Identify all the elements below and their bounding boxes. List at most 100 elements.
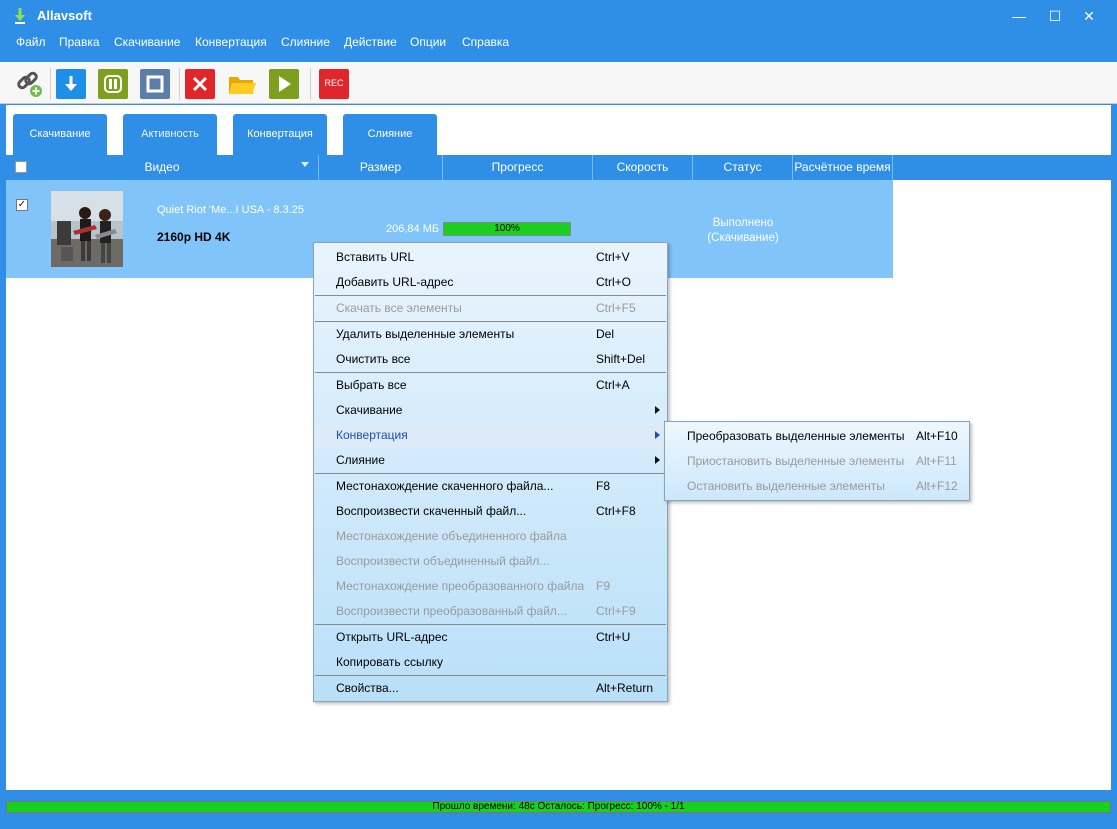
stop-icon[interactable] bbox=[140, 69, 170, 99]
ctx-shortcut: Ctrl+F8 bbox=[596, 504, 636, 518]
status-bar: Прошло времени: 48с Осталось: Прогресс: … bbox=[0, 792, 1117, 829]
sub-pause-selected[interactable]: Приостановить выделенные элементы Alt+F1… bbox=[666, 449, 968, 474]
convert-submenu: Преобразовать выделенные элементы Alt+F1… bbox=[664, 421, 970, 501]
ctx-shortcut: F9 bbox=[596, 579, 611, 593]
tab-download[interactable]: Скачивание bbox=[13, 114, 107, 155]
ctx-shortcut: Ctrl+A bbox=[596, 378, 630, 392]
ctx-label: Открыть URL-адрес bbox=[336, 630, 448, 644]
ctx-open-url[interactable]: Открыть URL-адрес Ctrl+U bbox=[315, 625, 666, 650]
ctx-merge-submenu[interactable]: Слияние bbox=[315, 448, 666, 473]
submenu-arrow-icon bbox=[655, 431, 660, 439]
column-speed[interactable]: Скорость bbox=[593, 155, 693, 180]
menu-file[interactable]: Файл bbox=[16, 35, 46, 49]
ctx-download-all[interactable]: Скачать все элементы Ctrl+F5 bbox=[315, 296, 666, 321]
ctx-shortcut: Ctrl+F5 bbox=[596, 301, 636, 315]
column-video[interactable]: Видео bbox=[6, 155, 319, 180]
add-url-icon[interactable] bbox=[14, 69, 44, 99]
close-button[interactable]: ✕ bbox=[1073, 0, 1105, 32]
ctx-label: Местонахождение скаченного файла... bbox=[336, 479, 554, 493]
download-icon[interactable] bbox=[56, 69, 86, 99]
ctx-merged-location[interactable]: Местонахождение объединенного файла bbox=[315, 524, 666, 549]
context-menu: Вставить URL Ctrl+V Добавить URL-адрес C… bbox=[313, 242, 668, 702]
overall-progress-bar: Прошло времени: 48с Осталось: Прогресс: … bbox=[6, 801, 1111, 813]
ctx-properties[interactable]: Свойства... Alt+Return bbox=[315, 676, 666, 701]
title-bar: Allavsoft — ☐ ✕ bbox=[0, 0, 1117, 32]
record-label: REC bbox=[324, 78, 344, 88]
video-quality: 2160p HD 4K bbox=[157, 230, 231, 244]
menu-action[interactable]: Действие bbox=[344, 35, 397, 49]
tab-convert[interactable]: Конвертация bbox=[233, 114, 327, 155]
ctx-shortcut: Shift+Del bbox=[596, 352, 646, 366]
ctx-label: Слияние bbox=[336, 453, 385, 467]
ctx-label: Свойства... bbox=[336, 681, 399, 695]
window-title: Allavsoft bbox=[37, 8, 92, 23]
sub-convert-selected[interactable]: Преобразовать выделенные элементы Alt+F1… bbox=[666, 424, 968, 449]
tab-activity[interactable]: Активность bbox=[123, 114, 217, 155]
sort-arrow-icon bbox=[301, 162, 309, 167]
pause-icon[interactable] bbox=[98, 69, 128, 99]
ctx-paste-url[interactable]: Вставить URL Ctrl+V bbox=[315, 245, 666, 270]
ctx-convert-submenu[interactable]: Конвертация bbox=[315, 423, 666, 448]
ctx-delete-selected[interactable]: Удалить выделенные элементы Del bbox=[315, 322, 666, 347]
video-size: 206,84 МБ bbox=[386, 223, 440, 235]
play-icon[interactable] bbox=[269, 69, 299, 99]
ctx-add-url[interactable]: Добавить URL-адрес Ctrl+O bbox=[315, 270, 666, 295]
minimize-button[interactable]: — bbox=[1003, 0, 1035, 32]
video-thumbnail bbox=[51, 191, 123, 267]
sub-label: Преобразовать выделенные элементы bbox=[687, 429, 905, 443]
ctx-label: Воспроизвести преобразованный файл... bbox=[336, 604, 567, 618]
ctx-copy-link[interactable]: Копировать ссылку bbox=[315, 650, 666, 675]
ctx-shortcut: Del bbox=[596, 327, 615, 341]
menu-download[interactable]: Скачивание bbox=[114, 35, 180, 49]
submenu-arrow-icon bbox=[655, 456, 660, 464]
ctx-clear-all[interactable]: Очистить все Shift+Del bbox=[315, 347, 666, 372]
toolbar-separator bbox=[50, 68, 51, 100]
tab-strip: Скачивание Активность Конвертация Слияни… bbox=[6, 105, 1111, 155]
status-line-2: (Скачивание) bbox=[707, 232, 779, 244]
app-logo-icon bbox=[12, 7, 28, 25]
ctx-shortcut: Ctrl+U bbox=[596, 630, 631, 644]
menu-options[interactable]: Опции bbox=[410, 35, 446, 49]
ctx-label: Местонахождение преобразованного файла bbox=[336, 579, 585, 593]
tab-merge[interactable]: Слияние bbox=[343, 114, 437, 155]
submenu-arrow-icon bbox=[655, 406, 660, 414]
menu-convert[interactable]: Конвертация bbox=[195, 35, 267, 49]
video-title: Quiet Riot 'Me...I USA - 8.3.25 bbox=[157, 204, 304, 216]
menu-help[interactable]: Справка bbox=[462, 35, 509, 49]
sub-stop-selected[interactable]: Остановить выделенные элементы Alt+F12 bbox=[666, 474, 968, 499]
column-size[interactable]: Размер bbox=[319, 155, 443, 180]
column-progress[interactable]: Прогресс bbox=[443, 155, 593, 180]
column-eta[interactable]: Расчётное время bbox=[793, 155, 893, 180]
toolbar-separator bbox=[179, 68, 180, 100]
ctx-label: Конвертация bbox=[336, 428, 408, 442]
ctx-shortcut: Ctrl+F9 bbox=[596, 604, 636, 618]
ctx-label: Удалить выделенные элементы bbox=[336, 327, 515, 341]
sub-shortcut: Alt+F12 bbox=[916, 479, 958, 493]
ctx-shortcut: Ctrl+V bbox=[596, 250, 630, 264]
ctx-shortcut: Alt+Return bbox=[596, 681, 654, 695]
ctx-play-converted[interactable]: Воспроизвести преобразованный файл... Ct… bbox=[315, 599, 666, 624]
record-icon[interactable]: REC bbox=[319, 69, 349, 99]
ctx-label: Выбрать все bbox=[336, 378, 407, 392]
ctx-downloaded-location[interactable]: Местонахождение скаченного файла... F8 bbox=[315, 474, 666, 499]
delete-icon[interactable] bbox=[185, 69, 215, 99]
ctx-play-merged[interactable]: Воспроизвести объединенный файл... bbox=[315, 549, 666, 574]
menu-edit[interactable]: Правка bbox=[59, 35, 100, 49]
status-text: Прошло времени: 48с Осталось: Прогресс: … bbox=[432, 801, 685, 812]
ctx-download-submenu[interactable]: Скачивание bbox=[315, 398, 666, 423]
ctx-shortcut: Ctrl+O bbox=[596, 275, 632, 289]
ctx-select-all[interactable]: Выбрать все Ctrl+A bbox=[315, 373, 666, 398]
sub-shortcut: Alt+F11 bbox=[916, 454, 957, 468]
ctx-label: Копировать ссылку bbox=[336, 655, 443, 669]
ctx-play-downloaded[interactable]: Воспроизвести скаченный файл... Ctrl+F8 bbox=[315, 499, 666, 524]
menu-bar: Файл Правка Скачивание Конвертация Слиян… bbox=[0, 32, 1117, 54]
maximize-button[interactable]: ☐ bbox=[1039, 0, 1071, 32]
ctx-label: Вставить URL bbox=[336, 250, 415, 264]
menu-merge[interactable]: Слияние bbox=[281, 35, 330, 49]
column-status[interactable]: Статус bbox=[693, 155, 793, 180]
toolbar: REC bbox=[0, 62, 1117, 104]
ctx-converted-location[interactable]: Местонахождение преобразованного файла F… bbox=[315, 574, 666, 599]
open-folder-icon[interactable] bbox=[227, 69, 257, 99]
row-checkbox[interactable]: ✓ bbox=[16, 199, 28, 211]
table-header: Видео Размер Прогресс Скорость Статус Ра… bbox=[6, 155, 1111, 180]
